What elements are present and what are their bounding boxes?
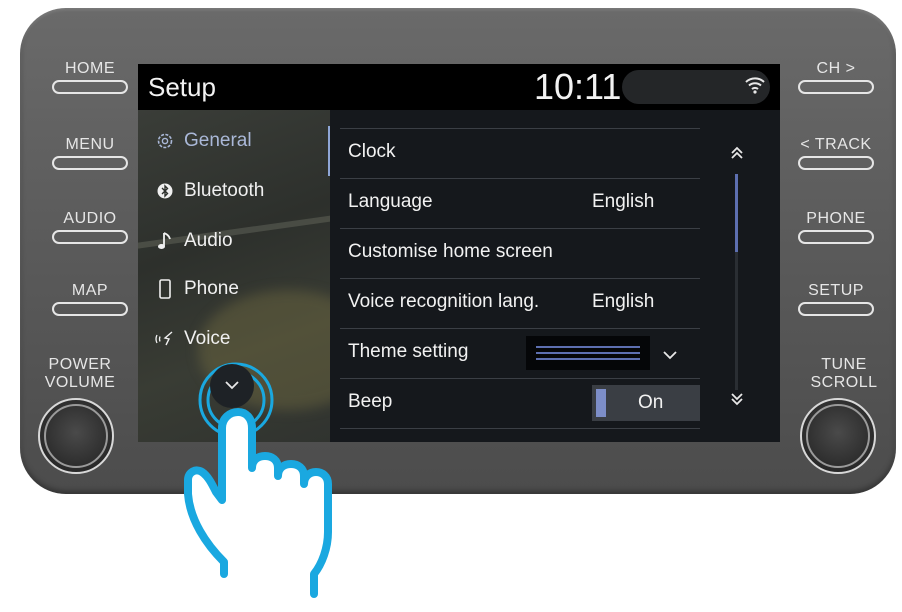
tune-scroll-knob[interactable]	[800, 398, 876, 474]
sidebar-item-bluetooth[interactable]: Bluetooth	[152, 176, 264, 206]
settings-list: Clock Language English Customise home sc…	[330, 110, 780, 442]
page-title: Setup	[148, 72, 216, 102]
menu-button-bar	[52, 156, 128, 170]
chevron-down-icon[interactable]	[662, 347, 678, 365]
setting-row-customise-home-screen[interactable]: Customise home screen	[340, 229, 700, 279]
phone-button-bar	[798, 230, 874, 244]
power-volume-knob[interactable]	[38, 398, 114, 474]
setting-row-language[interactable]: Language English	[340, 179, 700, 229]
beep-toggle[interactable]: On	[592, 385, 700, 421]
scroll-down-button[interactable]	[722, 386, 752, 416]
menu-hardware-button[interactable]: MENU	[40, 136, 140, 170]
channel-button-label: CH >	[816, 60, 856, 77]
channel-button-bar	[798, 80, 874, 94]
gear-icon	[152, 131, 178, 151]
display-screen: Setup 10:11 General Bluetooth Audio Phon…	[138, 64, 780, 442]
map-hardware-button[interactable]: MAP	[40, 282, 140, 316]
selected-indicator	[328, 126, 330, 176]
sidebar-item-phone[interactable]: Phone	[152, 274, 239, 304]
map-button-bar	[52, 302, 128, 316]
theme-line	[536, 346, 640, 348]
sidebar-item-label: Phone	[184, 278, 239, 299]
setting-label: Language	[348, 191, 433, 212]
setting-value: English	[592, 191, 655, 212]
phone-button-label: PHONE	[806, 210, 866, 227]
tune-label: TUNE	[821, 356, 867, 373]
setting-label: Customise home screen	[348, 241, 553, 262]
sidebar-item-label: Voice	[184, 328, 231, 349]
theme-preview	[526, 336, 650, 370]
setting-label: Clock	[348, 141, 396, 162]
sidebar-item-voice[interactable]: Voice	[152, 324, 230, 354]
power-label: POWER	[48, 356, 112, 373]
chevron-down-icon	[224, 377, 240, 395]
music-note-icon	[152, 231, 178, 251]
track-button-bar	[798, 156, 874, 170]
status-bar: Setup 10:11	[138, 64, 780, 110]
home-button-bar	[52, 80, 128, 94]
home-button-label: HOME	[65, 60, 115, 77]
toggle-state: On	[638, 392, 664, 413]
power-volume-label: POWER VOLUME	[30, 356, 130, 392]
setting-label: Theme setting	[348, 341, 469, 362]
setup-button-bar	[798, 302, 874, 316]
setup-button-label: SETUP	[808, 282, 864, 299]
bluetooth-icon	[152, 183, 178, 199]
setting-label: Beep	[348, 391, 393, 412]
home-hardware-button[interactable]: HOME	[40, 60, 140, 94]
sidebar-item-audio[interactable]: Audio	[152, 226, 233, 256]
audio-button-bar	[52, 230, 128, 244]
scroll-label: SCROLL	[810, 374, 878, 391]
setting-row-clock[interactable]: Clock	[340, 129, 700, 179]
setting-label: Voice recognition lang.	[348, 291, 540, 312]
audio-button-label: AUDIO	[63, 210, 117, 227]
phone-hardware-button[interactable]: PHONE	[786, 210, 886, 244]
phone-icon	[152, 279, 178, 299]
clock-time: 10:11	[534, 66, 622, 107]
sidebar-item-label: General	[184, 130, 252, 151]
double-chevron-up-icon	[729, 145, 745, 166]
menu-button-label: MENU	[65, 136, 115, 153]
sidebar-item-label: Bluetooth	[184, 180, 265, 201]
voice-icon	[152, 330, 178, 348]
theme-line	[536, 352, 640, 354]
tune-scroll-label: TUNE SCROLL	[794, 356, 894, 392]
double-chevron-down-icon	[729, 391, 745, 412]
track-back-hardware-button[interactable]: < TRACK	[786, 136, 886, 170]
channel-up-hardware-button[interactable]: CH >	[786, 60, 886, 94]
scrollbar-thumb[interactable]	[735, 174, 738, 252]
wifi-icon	[744, 75, 766, 100]
map-button-label: MAP	[71, 282, 109, 299]
audio-hardware-button[interactable]: AUDIO	[40, 210, 140, 244]
scroll-up-button[interactable]	[722, 140, 752, 170]
scroll-categories-down-button[interactable]	[210, 364, 254, 408]
theme-line	[536, 358, 640, 360]
volume-label: VOLUME	[44, 374, 116, 391]
sidebar-item-general[interactable]: General	[152, 126, 252, 156]
setup-hardware-button[interactable]: SETUP	[786, 282, 886, 316]
setting-value: English	[592, 291, 655, 312]
sidebar-item-label: Audio	[184, 230, 233, 251]
toggle-indicator	[596, 389, 606, 417]
setting-row-theme[interactable]: Theme setting	[340, 329, 700, 379]
track-button-label: < TRACK	[800, 136, 872, 153]
setting-row-voice-recognition-language[interactable]: Voice recognition lang. English	[340, 279, 700, 329]
setting-row-beep[interactable]: Beep On	[340, 379, 700, 429]
